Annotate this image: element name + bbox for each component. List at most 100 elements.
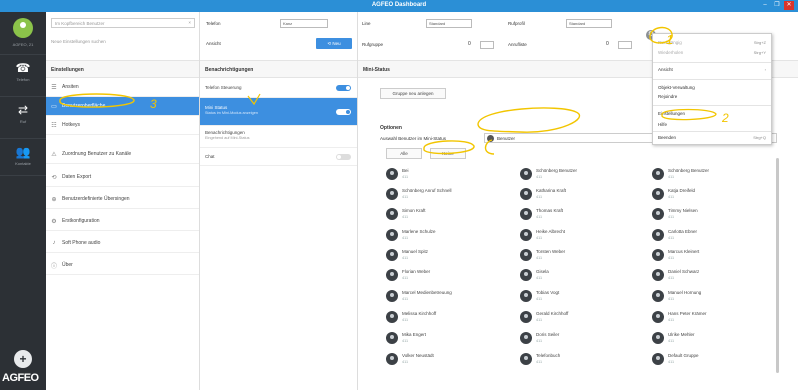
user-avatar-icon <box>520 353 532 365</box>
user-item[interactable]: Gerald Kirchhoff 411 <box>520 309 645 325</box>
user-item[interactable]: Katharina Kraft 411 <box>520 186 645 202</box>
user-item[interactable]: Volker Neustädt 411 <box>386 351 511 367</box>
search-input[interactable]: Im Kopfbereich Benutzer × <box>51 18 195 28</box>
user-avatar-icon <box>652 290 664 302</box>
option-telefon-steuerung[interactable]: Telefon Steuerung <box>200 78 357 98</box>
menu-item-ansicht[interactable]: Ansicht › <box>653 67 771 72</box>
user-avatar-icon <box>520 249 532 261</box>
user-item[interactable]: Marcel Medienbetreuung 411 <box>386 288 511 304</box>
user-avatar-icon <box>520 168 532 180</box>
user-item[interactable]: Heike Albrecht 411 <box>520 227 645 243</box>
option-mini-status[interactable]: Mini Status Status im Mini-Modus anzeige… <box>200 98 357 126</box>
menu-item-einstellungen[interactable]: Einstellungen <box>653 111 771 116</box>
category-item[interactable]: ⚠ Zuordnung Benutzer zu Kanäle <box>46 145 199 164</box>
select-all-button[interactable]: Alle <box>386 148 422 159</box>
line-select[interactable]: Standard <box>426 19 472 28</box>
rufprofil-label: Rufprofil <box>508 21 525 26</box>
telefon-select[interactable]: Kanz <box>280 19 328 28</box>
user-item[interactable]: Katja Dreifeld 411 <box>652 186 777 202</box>
user-item[interactable]: Ulrike Mehler 411 <box>652 330 777 346</box>
user-item[interactable]: Marcus Kleinert 411 <box>652 247 777 263</box>
nav-kontakte[interactable]: 👥 Kontakte <box>0 138 46 176</box>
user-avatar-icon <box>652 208 664 220</box>
user-item[interactable]: Telefonbuch 411 <box>520 351 645 367</box>
user-avatar-icon <box>386 188 398 200</box>
user-name: Ulrike Mehler <box>668 332 695 337</box>
category-item[interactable]: ⓘ Über <box>46 256 199 275</box>
nav-label: Ruf <box>19 119 27 124</box>
nav-ruf[interactable]: ⇄ Ruf <box>0 96 46 134</box>
toggle-switch[interactable] <box>336 154 351 160</box>
user-name: Volker Neustädt <box>402 353 434 358</box>
user-ext: 411 <box>402 297 409 301</box>
toggle-switch[interactable] <box>336 85 351 91</box>
user-avatar-icon <box>386 229 398 241</box>
user-item[interactable]: Melissa Kirchhoff 411 <box>386 309 511 325</box>
user-item[interactable]: Torsten Weber 411 <box>520 247 645 263</box>
menu-item-beenden[interactable]: Beenden Strg+Q <box>653 135 771 140</box>
user-item[interactable]: Bei 411 <box>386 166 511 182</box>
user-item[interactable]: Florian Weber 411 <box>386 267 511 283</box>
settings-search-input[interactable]: Neue Einstellungen suchen <box>51 39 106 44</box>
user-grid-scrollbar[interactable] <box>776 158 779 373</box>
user-avatar-icon <box>386 311 398 323</box>
menu-item-redo[interactable]: Wiederholen Strg+Y <box>653 50 771 55</box>
user-item[interactable]: Schönberg Benutzer 411 <box>652 166 777 182</box>
new-group-button[interactable]: Gruppe neu anlegen <box>380 88 446 99</box>
refresh-button[interactable]: ⟲ Neu <box>316 38 352 49</box>
maximize-button[interactable]: ❐ <box>772 1 782 10</box>
user-name: Mika Engert <box>402 332 427 337</box>
option-chat[interactable]: Chat <box>200 148 357 166</box>
user-item[interactable]: Hans Peter Krämer 411 <box>652 309 777 325</box>
menu-item-objekt[interactable]: Objekt-Verwaltung <box>653 85 771 90</box>
user-ext: 411 <box>536 195 543 199</box>
user-item[interactable]: Carlotta Ebner 411 <box>652 227 777 243</box>
user-item[interactable]: Thomas Kraft 411 <box>520 206 645 222</box>
nav-telefon[interactable]: ☎ Telefon <box>0 54 46 92</box>
close-button[interactable]: ✕ <box>784 1 794 10</box>
toggle-switch[interactable] <box>336 109 351 115</box>
option-label: Telefon Steuerung <box>205 85 242 90</box>
user-item[interactable]: Manuel Hornung 411 <box>652 288 777 304</box>
category-item[interactable]: ⊕ Benutzerdefinierte Übersingen <box>46 190 199 209</box>
user-item[interactable]: Manuel Spitz 411 <box>386 247 511 263</box>
user-item[interactable]: Schönberg Benutzer 411 <box>520 166 645 182</box>
category-item-selected[interactable]: ▭ Benutzeroberfläche <box>46 97 199 116</box>
rufprofil-select[interactable]: Standard <box>566 19 612 28</box>
category-item[interactable]: ☰ Ansiten <box>46 78 199 97</box>
menu-item-hilfe[interactable]: Hilfe <box>653 122 771 127</box>
category-item[interactable]: ☷ Hotkeys <box>46 116 199 135</box>
category-item[interactable]: ⟲ Daten Export <box>46 168 199 187</box>
user-item[interactable]: Doris Seiler 411 <box>520 330 645 346</box>
user-item[interactable]: Mika Engert 411 <box>386 330 511 346</box>
user-item[interactable]: Marlene Schulze 411 <box>386 227 511 243</box>
notifications-panel: Telefon Kanz Ansicht ⟲ Neu Benachrichtig… <box>200 12 358 390</box>
clear-icon[interactable]: × <box>188 20 191 25</box>
rufgruppe-box[interactable] <box>480 41 494 49</box>
category-item[interactable]: ♪ Soft Phone audio <box>46 234 199 253</box>
option-benachrichtigungen[interactable]: Benachrichtigungen Eingehend auf Mini-St… <box>200 126 357 148</box>
user-item[interactable]: Tobias Vogt 411 <box>520 288 645 304</box>
user-name: Bei <box>402 168 409 173</box>
category-item[interactable]: ⚙ Erstkonfiguration <box>46 212 199 231</box>
agfeo-logo: AGFEO <box>2 372 39 384</box>
user-item[interactable]: Gisela 411 <box>520 267 645 283</box>
user-item[interactable]: Default Gruppe 411 <box>652 351 777 367</box>
user-name: Timmy Nielsen <box>668 208 698 213</box>
user-avatar-icon <box>386 332 398 344</box>
option-label: Benachrichtigungen <box>205 130 245 135</box>
menu-item-rejoindre[interactable]: Rejoindre <box>653 94 771 99</box>
user-ext: 411 <box>668 318 675 322</box>
user-item[interactable]: Simon Kraft 411 <box>386 206 511 222</box>
user-item[interactable]: Timmy Nielsen 411 <box>652 206 777 222</box>
select-none-button[interactable]: Keine <box>430 148 466 159</box>
anrufliste-box[interactable] <box>618 41 632 49</box>
user-item[interactable]: Daniel Schwarz 411 <box>652 267 777 283</box>
minimize-button[interactable]: – <box>760 1 770 10</box>
info-icon: ⓘ <box>51 263 58 270</box>
user-item[interactable]: Schönberg Anruf Schnell 411 <box>386 186 511 202</box>
menu-item-undo[interactable]: Rückgängig Strg+Z <box>653 40 771 45</box>
add-button[interactable]: + <box>14 350 32 368</box>
user-ext: 411 <box>402 236 409 240</box>
user-avatar[interactable] <box>13 18 33 38</box>
